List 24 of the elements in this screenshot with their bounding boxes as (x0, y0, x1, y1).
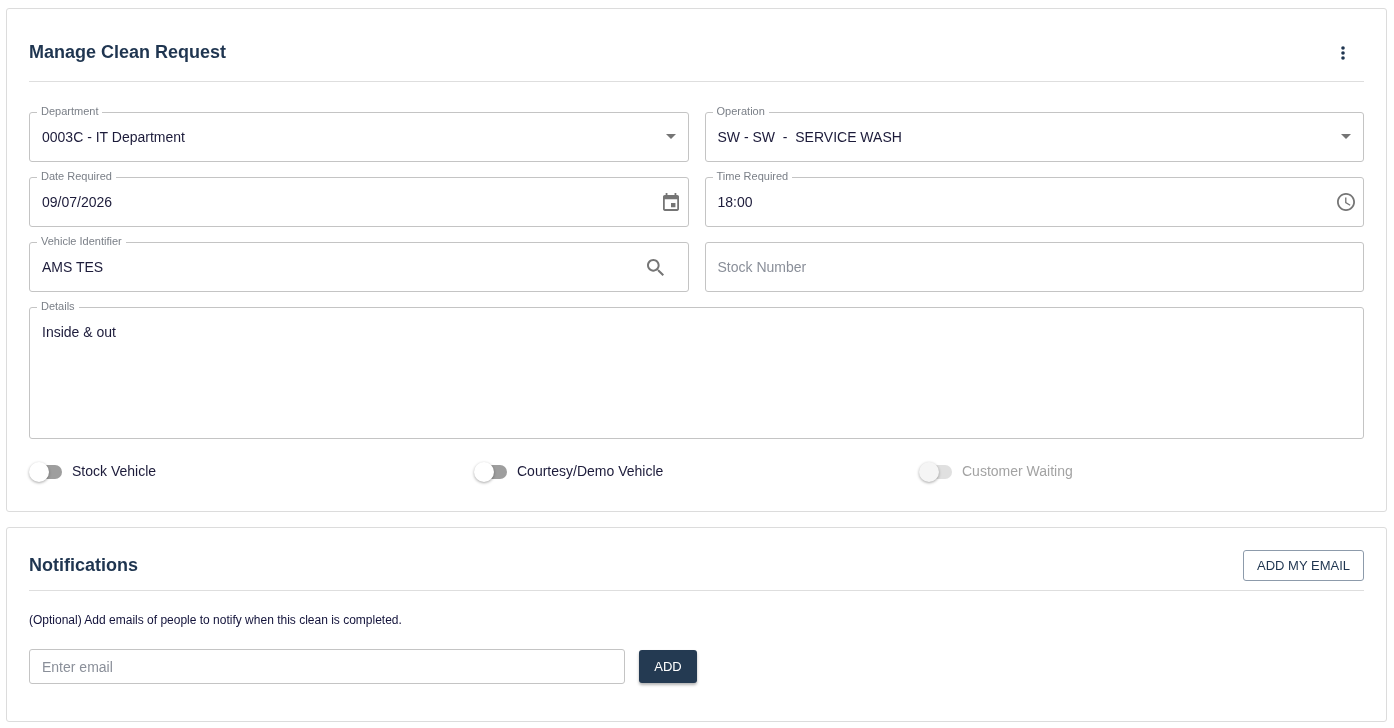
caret-down-icon[interactable] (1341, 134, 1351, 139)
text-field[interactable]: Stock Number (704, 242, 1364, 292)
caret-down-icon[interactable] (665, 134, 676, 139)
more-options-icon[interactable] (1341, 45, 1345, 60)
calendar-icon[interactable] (662, 193, 679, 211)
add-button[interactable]: ADD (639, 650, 697, 683)
card-title: Notifications (29, 554, 138, 577)
toggle-label: Stock Vehicle (72, 462, 157, 481)
field-label: Date Required (37, 170, 116, 183)
toggle-switch[interactable] (474, 461, 507, 482)
search-icon[interactable] (646, 259, 664, 276)
field-label: Department (37, 105, 103, 118)
toggle-switch[interactable] (29, 461, 62, 482)
add-my-email-button[interactable]: ADD MY EMAIL (1243, 550, 1364, 581)
toggle-label: Customer Waiting (962, 462, 1073, 481)
card-title: Manage Clean Request (29, 41, 227, 64)
field-label: Details (37, 300, 79, 313)
clock-icon[interactable] (1337, 193, 1355, 211)
field-label: Operation (712, 105, 769, 118)
email-field[interactable]: Enter email (29, 649, 625, 684)
hint-text: (Optional) Add emails of people to notify when this clean is completed. (29, 613, 402, 627)
toggle-label: Courtesy/Demo Vehicle (517, 462, 664, 481)
field-label: Vehicle Identifier (37, 235, 126, 248)
field-label: Time Required (712, 170, 793, 183)
